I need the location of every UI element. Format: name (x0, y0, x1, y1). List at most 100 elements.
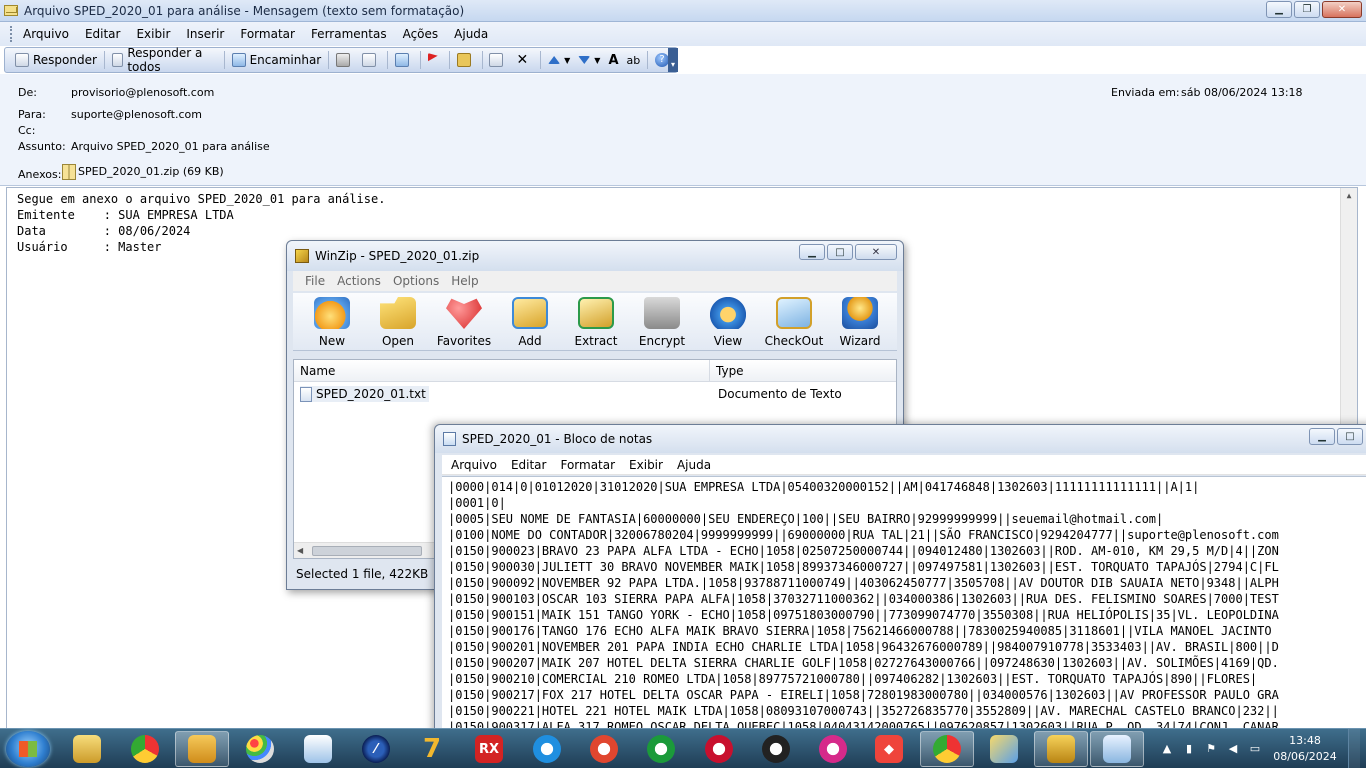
checkout-icon (776, 297, 812, 329)
notepad-text-area[interactable]: |0000|014|0|01012020|31012020|SUA EMPRES… (442, 476, 1366, 766)
taskbar-app-green[interactable] (634, 731, 688, 767)
start-button[interactable] (6, 731, 50, 767)
app-green-icon (647, 735, 675, 763)
close-button[interactable]: ✕ (1322, 1, 1362, 18)
winzip-view-button[interactable]: View (695, 293, 761, 350)
winzip-new-button[interactable]: New (299, 293, 365, 350)
clock[interactable]: 13:48 08/06/2024 (1266, 733, 1344, 765)
taskbar-winzip[interactable] (1034, 731, 1088, 767)
winzip-menu-options[interactable]: Options (387, 274, 445, 288)
reply-button[interactable]: Responder (11, 49, 101, 71)
taskbar-anydesk[interactable]: ◆ (862, 731, 916, 767)
winzip-maximize-button[interactable]: □ (827, 244, 853, 260)
file-row[interactable]: SPED_2020_01.txt Documento de Texto (294, 383, 896, 405)
file-list-hscrollbar[interactable]: ◀ (294, 542, 444, 558)
menu-formatar[interactable]: Formatar (232, 27, 303, 41)
taskbar-rx[interactable]: RX (462, 731, 516, 767)
menu-arquivo[interactable]: Arquivo (15, 27, 77, 41)
taskbar-app-blue[interactable] (520, 731, 574, 767)
rx-icon: RX (475, 735, 503, 763)
menu-ferramentas[interactable]: Ferramentas (303, 27, 395, 41)
winzip-favorites-button[interactable]: Favorites (431, 293, 497, 350)
notepad-menu-ajuda[interactable]: Ajuda (670, 458, 718, 472)
notepad-maximize-button[interactable]: □ (1337, 428, 1363, 445)
taskbar-outlook[interactable] (175, 731, 229, 767)
previous-item-button[interactable]: ▼ (544, 49, 574, 71)
menu-editar[interactable]: Editar (77, 27, 129, 41)
font-size-button[interactable]: A (604, 49, 622, 71)
column-type[interactable]: Type (710, 360, 896, 381)
notepad-menu-formatar[interactable]: Formatar (553, 458, 622, 472)
winzip-menu-actions[interactable]: Actions (331, 274, 387, 288)
maximize-button[interactable]: ❐ (1294, 1, 1320, 18)
taskbar-plenosoft-7[interactable]: 7 (405, 731, 459, 767)
taskbar-app-red1[interactable] (577, 731, 631, 767)
scroll-up-arrow[interactable]: ▲ (1341, 188, 1357, 204)
taskbar-notepad[interactable] (1090, 731, 1144, 767)
column-name[interactable]: Name (294, 360, 710, 381)
taskbar-firefox[interactable]: ⁄ (349, 731, 403, 767)
encoding-button[interactable]: ab (623, 49, 645, 71)
winzip-menu-help[interactable]: Help (445, 274, 484, 288)
forward-button[interactable]: Encaminhar (228, 49, 326, 71)
network-icon[interactable]: ▮ (1181, 742, 1197, 756)
notepad-menu-arquivo[interactable]: Arquivo (444, 458, 504, 472)
extract-icon (578, 297, 614, 329)
eye-icon (710, 297, 746, 329)
from-value[interactable]: provisorio@plenosoft.com (71, 86, 214, 99)
show-hidden-icons[interactable]: ▲ (1159, 742, 1175, 756)
taskbar-app-pink[interactable] (806, 731, 860, 767)
notepad-minimize-button[interactable]: ▁ (1309, 428, 1335, 445)
winzip-minimize-button[interactable]: ▁ (799, 244, 825, 260)
notepad-title-bar[interactable]: SPED_2020_01 - Bloco de notas ▁ □ (435, 425, 1366, 453)
delete-icon: ✕ (516, 52, 529, 68)
minimize-button[interactable]: ▁ (1266, 1, 1292, 18)
winzip-menu-file[interactable]: File (299, 274, 331, 288)
text-line: |0000|014|0|01012020|31012020|SUA EMPRES… (448, 480, 1200, 494)
winzip-extract-button[interactable]: Extract (563, 293, 629, 350)
taskbar-chrome[interactable] (118, 731, 172, 767)
subject-value: Arquivo SPED_2020_01 para análise (71, 140, 270, 153)
notepad-menu-exibir[interactable]: Exibir (622, 458, 670, 472)
move-button[interactable] (391, 49, 417, 71)
taskbar-app-dark[interactable] (749, 731, 803, 767)
reply-all-button[interactable]: Responder a todos (108, 46, 221, 74)
to-value[interactable]: suporte@plenosoft.com (71, 108, 202, 121)
folder-button[interactable] (453, 49, 479, 71)
print-button[interactable] (332, 49, 358, 71)
flag-tray-icon[interactable]: ⚑ (1203, 742, 1219, 756)
winzip-wizard-button[interactable]: Wizard (827, 293, 893, 350)
winzip-checkout-button[interactable]: CheckOut (761, 293, 827, 350)
menu-exibir[interactable]: Exibir (128, 27, 178, 41)
menu-inserir[interactable]: Inserir (178, 27, 232, 41)
help-icon: ? (655, 53, 670, 67)
toolbar-grip[interactable] (10, 26, 13, 42)
scroll-thumb[interactable] (312, 546, 422, 556)
volume-icon[interactable]: ◀ (1225, 742, 1241, 756)
show-desktop-button[interactable] (1348, 729, 1360, 768)
winzip-close-button[interactable]: ✕ (855, 244, 897, 260)
taskbar-app-red2[interactable] (692, 731, 746, 767)
delete-button[interactable]: ✕ (511, 49, 537, 71)
toolbar-options-chevron[interactable]: ▾ (668, 48, 678, 72)
taskbar-paint[interactable] (233, 731, 287, 767)
copy-button[interactable] (358, 49, 384, 71)
next-item-button[interactable]: ▼ (574, 49, 604, 71)
action-center-icon[interactable]: ▭ (1247, 742, 1263, 756)
seven-icon: 7 (422, 734, 442, 764)
attachment-item[interactable]: SPED_2020_01.zip (69 KB) (62, 164, 224, 180)
taskbar-chrome-anix[interactable] (920, 731, 974, 767)
winzip-open-button[interactable]: Open (365, 293, 431, 350)
taskbar-paint2[interactable] (977, 731, 1031, 767)
text-line: |0150|900030|JULIETT 30 BRAVO NOVEMBER M… (448, 560, 1279, 574)
flag-button[interactable] (424, 49, 446, 71)
winzip-encrypt-button[interactable]: Encrypt (629, 293, 695, 350)
taskbar-notepad-app[interactable] (291, 731, 345, 767)
notepad-menu-editar[interactable]: Editar (504, 458, 554, 472)
menu-ajuda[interactable]: Ajuda (446, 27, 496, 41)
winzip-title-bar[interactable]: WinZip - SPED_2020_01.zip ▁ □ ✕ (287, 241, 903, 271)
winzip-add-button[interactable]: Add (497, 293, 563, 350)
paste-button[interactable] (485, 49, 511, 71)
taskbar-explorer[interactable] (60, 731, 114, 767)
menu-acoes[interactable]: Ações (395, 27, 447, 41)
